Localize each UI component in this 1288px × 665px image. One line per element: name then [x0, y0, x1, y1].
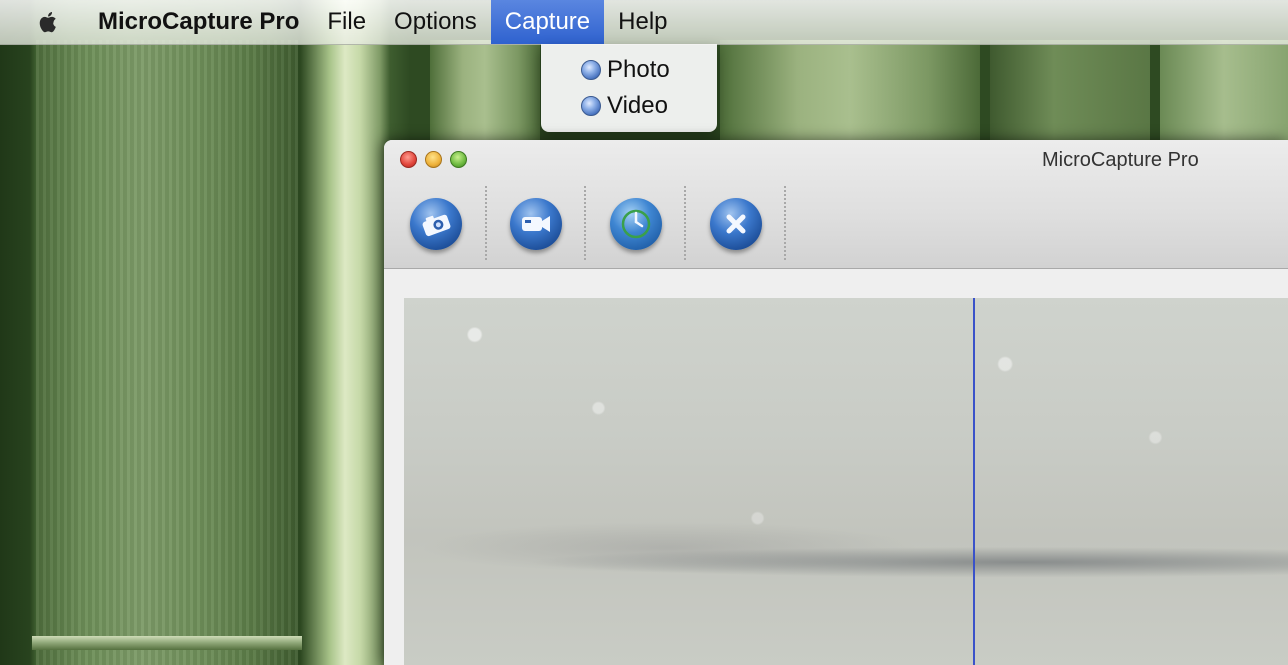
toolbar-separator [485, 186, 487, 260]
wallpaper-bamboo [32, 40, 302, 665]
refresh-button[interactable] [610, 198, 662, 250]
crosshair-vertical-line [973, 298, 975, 665]
video-capture-button[interactable] [510, 198, 562, 250]
close-button[interactable] [710, 198, 762, 250]
menu-item-video[interactable]: Video [541, 88, 717, 124]
wallpaper-bamboo [720, 40, 980, 150]
window-minimize-icon[interactable] [425, 151, 442, 168]
camera-preview[interactable] [404, 298, 1288, 665]
menu-capture[interactable]: Capture [490, 0, 605, 44]
toolbar [384, 182, 804, 262]
menu-item-photo[interactable]: Photo [541, 52, 717, 88]
app-window: MicroCapture Pro [384, 140, 1288, 665]
toolbar-separator [684, 186, 686, 260]
window-close-icon[interactable] [400, 151, 417, 168]
wallpaper-bamboo [1160, 40, 1288, 150]
wallpaper-bamboo [990, 40, 1150, 150]
menu-bar: MicroCapture Pro File Options Capture He… [0, 0, 1288, 45]
camera-icon [422, 214, 451, 237]
menu-options[interactable]: Options [380, 0, 491, 44]
wallpaper-bamboo [430, 40, 540, 150]
video-orb-icon [581, 96, 601, 116]
menu-item-video-label: Video [607, 92, 668, 119]
app-menu[interactable]: MicroCapture Pro [98, 0, 313, 44]
capture-dropdown-menu: Photo Video [541, 44, 717, 132]
window-controls [400, 151, 467, 168]
window-title: MicroCapture Pro [1042, 149, 1199, 171]
bamboo-node [32, 636, 302, 650]
menu-file[interactable]: File [313, 0, 380, 44]
window-titlebar[interactable]: MicroCapture Pro [384, 140, 1288, 269]
toolbar-separator [784, 186, 786, 260]
photo-capture-button[interactable] [410, 198, 462, 250]
apple-logo-icon[interactable] [38, 10, 60, 34]
preview-container [384, 269, 1288, 665]
refresh-icon [621, 209, 651, 239]
menu-item-photo-label: Photo [607, 56, 670, 83]
menu-help[interactable]: Help [604, 0, 681, 44]
window-zoom-icon[interactable] [450, 151, 467, 168]
toolbar-separator [584, 186, 586, 260]
photo-orb-icon [581, 60, 601, 80]
video-camera-icon [522, 216, 550, 232]
close-icon [726, 214, 746, 234]
